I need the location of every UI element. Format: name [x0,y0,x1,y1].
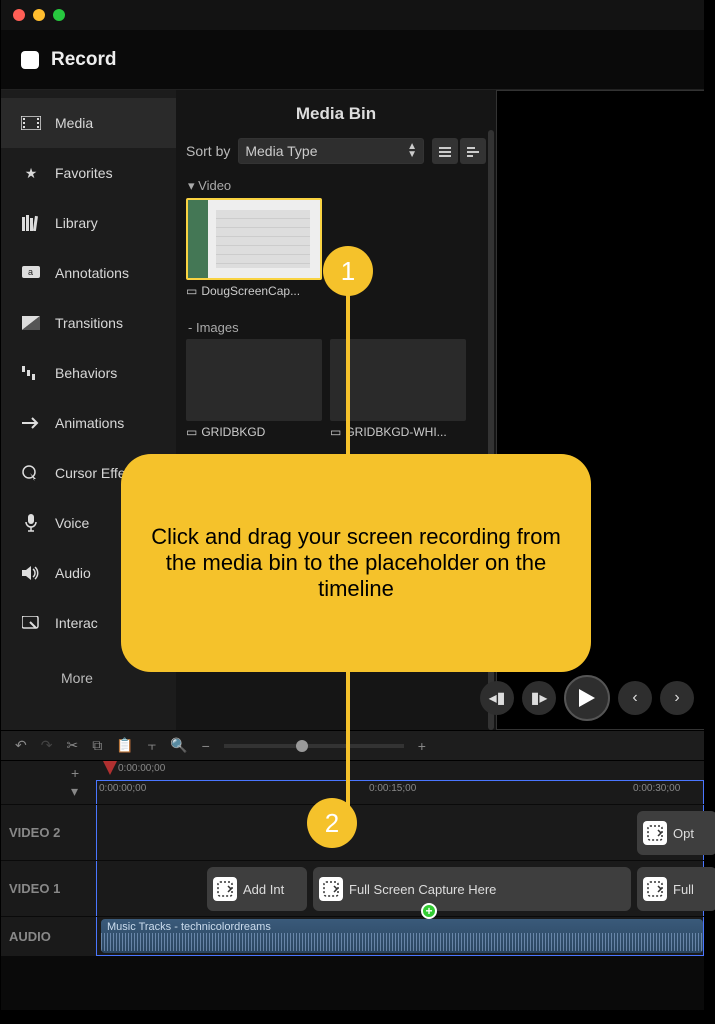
next-marker-button[interactable]: › [660,681,694,715]
transition-icon [21,315,41,331]
sidebar-item-annotations[interactable]: a Annotations [1,248,176,298]
zoom-in-button[interactable]: + [418,738,426,754]
sidebar-item-transitions[interactable]: Transitions [1,298,176,348]
sidebar-item-label: Transitions [55,315,123,331]
sort-by-select[interactable]: Media Type ▲▼ [238,138,424,164]
timeline-clip[interactable]: Opt [637,811,715,855]
sidebar-item-label: Interac [55,615,98,631]
images-section-header[interactable]: - Images [186,312,486,339]
stepper-icon: ▲▼ [407,143,417,159]
prev-marker-button[interactable]: ‹ [618,681,652,715]
placeholder-icon [643,877,667,901]
sidebar-item-label: Annotations [55,265,129,281]
media-icon [21,115,41,131]
timeline-clip[interactable]: Add Int [207,867,307,911]
arrow-right-icon [21,415,41,431]
copy-button[interactable]: ⧉ [92,737,102,754]
track-header-video2[interactable]: VIDEO 2 [1,805,96,860]
maximize-window-button[interactable] [53,9,65,21]
sidebar-item-label: Behaviors [55,365,117,381]
video-clip-icon: ▭ [186,284,197,298]
tutorial-step-2-badge: 2 [307,798,357,848]
minimize-window-button[interactable] [33,9,45,21]
view-list-button[interactable] [460,138,486,164]
waveform [101,933,703,951]
audio-clip[interactable]: Music Tracks - technicolordreams [101,919,703,953]
undo-button[interactable]: ↶ [15,737,27,754]
add-track-button[interactable]: + [71,765,79,781]
tutorial-callout: Click and drag your screen recording fro… [121,454,591,672]
paste-button[interactable]: 📋 [116,737,133,754]
zoom-out-button[interactable]: − [202,738,210,754]
track-body-video2[interactable]: Opt [96,805,704,860]
step-forward-button[interactable]: ▮▸ [522,681,556,715]
video-section-header[interactable]: ▾ Video [186,170,486,198]
view-thumbnails-button[interactable] [432,138,458,164]
behaviors-icon [21,365,41,381]
record-label[interactable]: Record [51,49,116,71]
svg-text:a: a [28,267,33,277]
sidebar-item-label: Voice [55,515,89,531]
step-back-button[interactable]: ◂▮ [480,681,514,715]
sidebar-item-animations[interactable]: Animations [1,398,176,448]
sidebar-item-label: Audio [55,565,91,581]
video-thumbnail[interactable] [186,198,322,280]
placeholder-icon [213,877,237,901]
sidebar-item-favorites[interactable]: ★ Favorites [1,148,176,198]
record-toolbar: Record [1,30,704,90]
sidebar-item-label: Animations [55,415,124,431]
playhead[interactable] [103,761,117,775]
zoom-slider[interactable] [224,744,404,748]
timeline-ruler[interactable]: 0:00:00;00 0:00:15;00 0:00:30;00 [96,780,704,804]
interactivity-icon [21,615,41,631]
annotation-icon: a [21,265,41,281]
sidebar-item-library[interactable]: Library [1,198,176,248]
zoom-icon: 🔍 [170,737,187,754]
timeline-ruler-top[interactable]: 0:00:00;00 [96,761,704,779]
sidebar-item-label: Library [55,215,98,231]
sidebar-item-label: Media [55,115,93,131]
play-button[interactable] [564,675,610,721]
placeholder-icon [643,821,667,845]
close-window-button[interactable] [13,9,25,21]
timeline-clip-fullscreen[interactable]: Full Screen Capture Here + [313,867,631,911]
image-thumbnail[interactable] [186,339,322,421]
tutorial-step-1-badge: 1 [323,246,373,296]
timeline-toolbar: ↶ ↷ ✂ ⧉ 📋 ⫟ 🔍 − + [1,730,704,760]
track-header-audio[interactable]: AUDIO [1,917,96,956]
sidebar-item-behaviors[interactable]: Behaviors [1,348,176,398]
image-icon: ▭ [186,425,197,439]
mic-icon [21,515,41,531]
playhead-timecode: 0:00:00;00 [118,763,165,774]
cursor-icon [21,465,41,481]
speaker-icon [21,565,41,581]
media-item-video[interactable]: ▭DougScreenCap... [186,198,322,302]
track-body-video1[interactable]: Add Int Full Screen Capture Here + Full [96,861,704,916]
placeholder-icon [319,877,343,901]
media-item-image[interactable]: ▭GRIDBKGD [186,339,322,443]
record-icon[interactable] [21,51,39,69]
image-thumbnail[interactable] [330,339,466,421]
split-button[interactable]: ⫟ [148,737,156,754]
timeline-clip[interactable]: Full [637,867,715,911]
track-body-audio[interactable]: Music Tracks - technicolordreams [96,917,704,956]
media-item-image[interactable]: ▭GRIDBKGD-WHI... [330,339,466,443]
track-header-video1[interactable]: VIDEO 1 [1,861,96,916]
sidebar-item-media[interactable]: Media [1,98,176,148]
redo-button[interactable]: ↷ [41,737,53,754]
image-icon: ▭ [330,425,341,439]
cut-button[interactable]: ✂ [66,737,78,754]
books-icon [21,215,41,231]
sidebar-item-label: Favorites [55,165,113,181]
window-titlebar [1,0,704,30]
sort-label: Sort by [186,143,230,159]
track-menu-button[interactable]: ▾ [71,783,79,800]
star-icon: ★ [21,165,41,181]
media-bin-title: Media Bin [186,98,486,138]
